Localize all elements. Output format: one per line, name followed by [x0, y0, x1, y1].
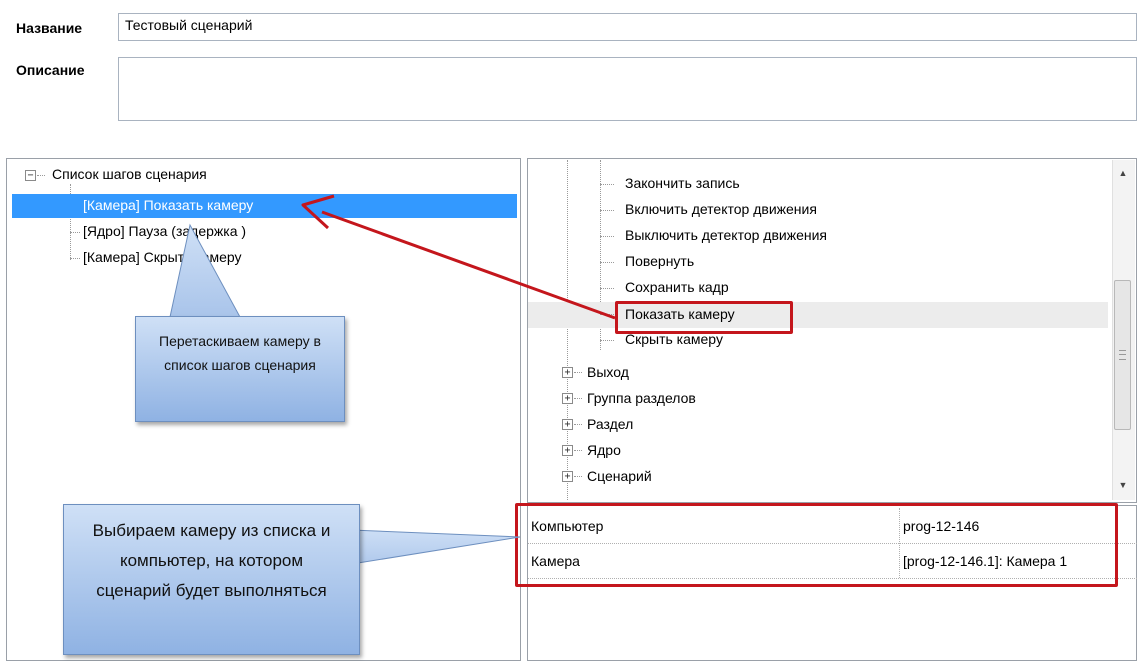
- callout-select-text: Выбираем камеру из списка и компьютер, н…: [92, 521, 331, 600]
- callout-select: Выбираем камеру из списка и компьютер, н…: [63, 504, 360, 655]
- callout-drag-text: Перетаскиваем камеру в список шагов сцен…: [159, 333, 321, 373]
- callout-drag: Перетаскиваем камеру в список шагов сцен…: [135, 316, 345, 422]
